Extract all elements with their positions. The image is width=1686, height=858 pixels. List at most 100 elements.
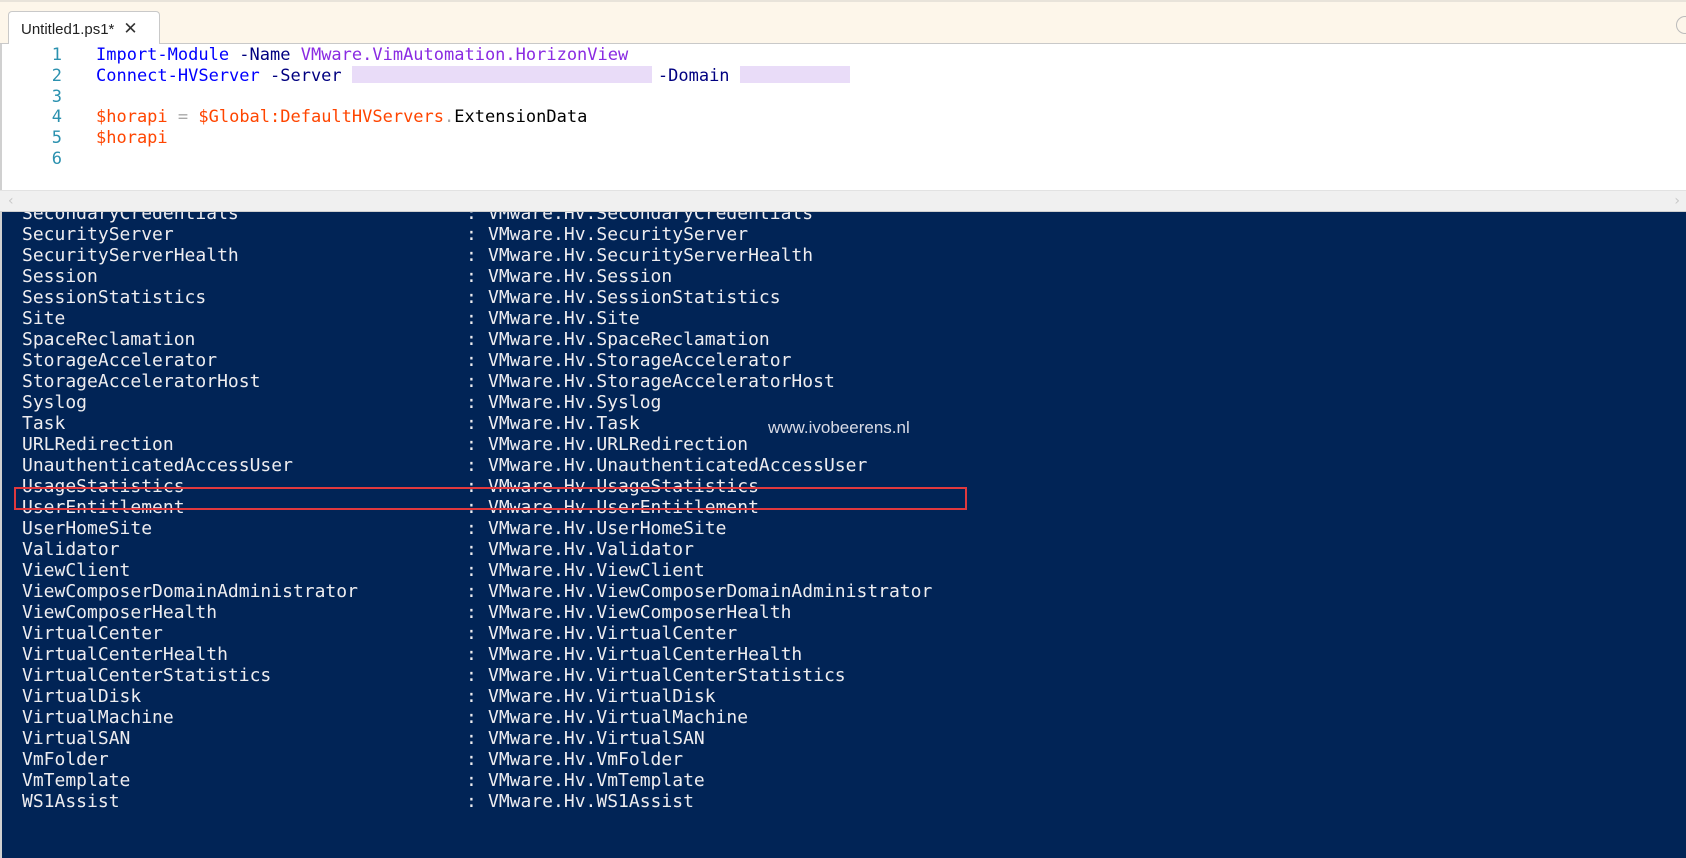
separator: : xyxy=(466,245,477,266)
console-pane[interactable]: WS1Assist: VMware.Hv.WS1Assist VmTemplate:… xyxy=(0,212,1686,858)
separator: : xyxy=(466,266,477,287)
line-number: 2 xyxy=(51,66,62,86)
code-token: Import-Module xyxy=(96,45,230,65)
separator: : xyxy=(466,434,477,455)
separator: : xyxy=(466,224,477,245)
property-name: VmFolder xyxy=(22,749,109,770)
separator: : xyxy=(466,413,477,434)
code-token: $Global:DefaultHVServers xyxy=(198,107,445,127)
property-type: VMware.Hv.VirtualSAN xyxy=(488,728,705,749)
property-type: VMware.Hv.VmTemplate xyxy=(488,770,705,791)
property-type: VMware.Hv.SpaceReclamation xyxy=(488,329,770,350)
code-text: $horapi xyxy=(96,128,168,149)
property-type: VMware.Hv.WS1Assist xyxy=(488,791,694,812)
separator: : xyxy=(466,308,477,329)
separator: : xyxy=(466,602,477,623)
tab-strip: Untitled1.ps1* ✕ xyxy=(0,0,1686,46)
separator: : xyxy=(466,455,477,476)
separator: : xyxy=(466,212,477,224)
property-name: UnauthenticatedAccessUser xyxy=(22,455,293,476)
property-name: SecondaryCredentials xyxy=(22,212,239,224)
property-type: VMware.Hv.VirtualCenterStatistics xyxy=(488,665,846,686)
property-type: VMware.Hv.VmFolder xyxy=(488,749,684,770)
property-name: SecurityServerHealth xyxy=(22,245,239,266)
property-type: VMware.Hv.VirtualMachine xyxy=(488,707,749,728)
property-name: SpaceReclamation xyxy=(22,329,196,350)
property-name: WS1Assist xyxy=(22,791,120,812)
separator: : xyxy=(466,686,477,707)
separator: : xyxy=(466,329,477,350)
property-name: Validator xyxy=(22,539,120,560)
redacted-server xyxy=(351,66,652,83)
code-token: $horapi xyxy=(96,128,168,148)
separator: : xyxy=(466,287,477,308)
scroll-tabs-icon[interactable] xyxy=(1676,16,1686,34)
separator: : xyxy=(466,791,477,812)
property-name: Syslog xyxy=(22,392,88,413)
separator: : xyxy=(466,371,477,392)
property-name: VirtualCenter xyxy=(22,623,163,644)
code-text: $horapi = $Global:DefaultHVServers.Exten… xyxy=(96,107,587,128)
property-name: VirtualCenterStatistics xyxy=(22,665,272,686)
code-token: -Domain xyxy=(657,66,740,86)
horizontal-scrollbar[interactable]: ‹ › xyxy=(0,190,1686,212)
separator: : xyxy=(466,518,477,539)
separator: : xyxy=(466,623,477,644)
property-type: VMware.Hv.SecurityServerHealth xyxy=(488,245,814,266)
property-type: VMware.Hv.Validator xyxy=(488,539,694,560)
property-type: VMware.Hv.ViewComposerHealth xyxy=(488,602,792,623)
property-type: VMware.Hv.ViewClient xyxy=(488,560,705,581)
property-name: ViewComposerDomainAdministrator xyxy=(22,581,358,602)
property-type: VMware.Hv.ViewComposerDomainAdministrato… xyxy=(488,581,933,602)
separator: : xyxy=(466,539,477,560)
separator: : xyxy=(466,665,477,686)
property-name: StorageAcceleratorHost xyxy=(22,371,261,392)
code-token: -Name xyxy=(229,45,301,65)
code-token: ExtensionData xyxy=(454,107,588,127)
property-name: VmTemplate xyxy=(22,770,131,791)
close-icon[interactable]: ✕ xyxy=(123,20,137,38)
property-type: VMware.Hv.Site xyxy=(488,308,640,329)
line-number: 1 xyxy=(51,45,62,65)
tab-untitled1[interactable]: Untitled1.ps1* ✕ xyxy=(8,11,160,46)
property-name: VirtualCenterHealth xyxy=(22,644,228,665)
property-name: StorageAccelerator xyxy=(22,350,218,371)
code-text: Import-Module -Name VMware.VimAutomation… xyxy=(96,45,628,66)
code-text: Connect-HVServer -Server -Domain xyxy=(96,66,850,87)
code-token: -Server xyxy=(259,66,352,86)
property-name: VirtualMachine xyxy=(22,707,174,728)
separator: : xyxy=(466,644,477,665)
separator: : xyxy=(466,707,477,728)
property-name: URLRedirection xyxy=(22,434,174,455)
code-token: $horapi xyxy=(96,107,168,127)
property-type: VMware.Hv.SecondaryCredentials xyxy=(488,212,814,224)
highlight-box xyxy=(14,487,967,510)
property-type: VMware.Hv.SecurityServer xyxy=(488,224,749,245)
property-name: VirtualSAN xyxy=(22,728,131,749)
script-editor[interactable]: 1 Import-Module -Name VMware.VimAutomatio… xyxy=(0,44,1686,190)
property-type: VMware.Hv.VirtualDisk xyxy=(488,686,716,707)
line-number: 6 xyxy=(51,149,62,169)
property-name: Site xyxy=(22,308,66,329)
line-number: 3 xyxy=(51,87,62,107)
property-name: UserHomeSite xyxy=(22,518,153,539)
code-token: . xyxy=(444,107,455,127)
redacted-domain xyxy=(739,66,850,83)
code-token: Connect-HVServer xyxy=(96,66,260,86)
property-type: VMware.Hv.UserHomeSite xyxy=(488,518,727,539)
property-type: VMware.Hv.VirtualCenter xyxy=(488,623,738,644)
scroll-right-icon[interactable]: › xyxy=(1674,193,1680,209)
property-name: Task xyxy=(22,413,66,434)
watermark: www.ivobeerens.nl xyxy=(768,418,910,437)
property-name: SessionStatistics xyxy=(22,287,207,308)
scroll-left-icon[interactable]: ‹ xyxy=(8,193,14,209)
property-type: VMware.Hv.StorageAcceleratorHost xyxy=(488,371,835,392)
tab-title: Untitled1.ps1* xyxy=(21,20,115,38)
separator: : xyxy=(466,350,477,371)
property-type: VMware.Hv.VirtualCenterHealth xyxy=(488,644,803,665)
property-name: Session xyxy=(22,266,98,287)
separator: : xyxy=(466,560,477,581)
property-type: VMware.Hv.URLRedirection xyxy=(488,434,749,455)
property-type: VMware.Hv.Syslog xyxy=(488,392,662,413)
separator: : xyxy=(466,770,477,791)
